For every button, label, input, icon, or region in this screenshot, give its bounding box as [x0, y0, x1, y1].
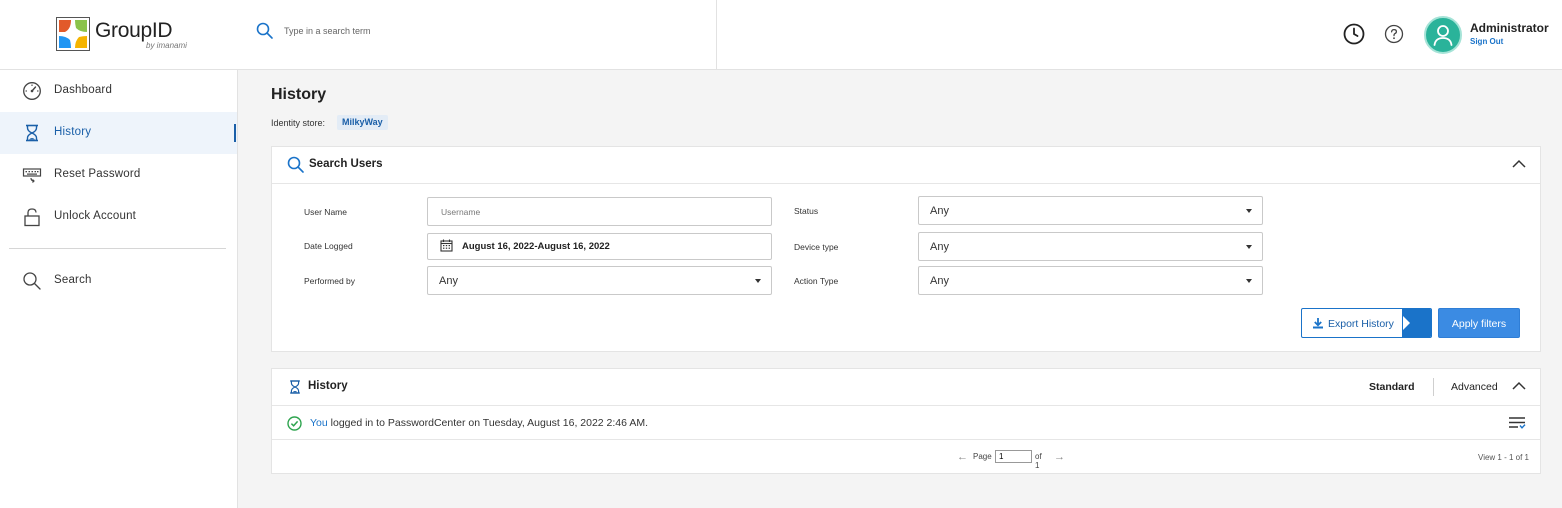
page-number-input[interactable] — [995, 450, 1032, 463]
user-name-label: User Name — [304, 207, 347, 217]
caret-down-icon — [1246, 245, 1252, 249]
brand-subtitle: by imanami — [146, 41, 187, 50]
search-icon — [23, 272, 41, 290]
user-name-input[interactable] — [428, 198, 771, 225]
device-type-value: Any — [930, 241, 949, 253]
prev-page-icon[interactable]: ← — [957, 451, 968, 463]
global-search — [256, 22, 556, 46]
action-type-label: Action Type — [794, 276, 839, 286]
chevron-up-icon[interactable] — [1512, 159, 1526, 169]
pager-page-label: Page — [973, 452, 992, 461]
avatar[interactable] — [1424, 16, 1462, 54]
action-type-select[interactable]: Any — [918, 266, 1263, 295]
caret-down-icon — [755, 279, 761, 283]
history-entry-actor[interactable]: You — [310, 417, 328, 429]
sidebar-item-reset-password[interactable]: Reset Password — [0, 154, 237, 196]
search-users-panel: Search Users User Name Date Logged Augus… — [271, 146, 1541, 352]
page-title: History — [271, 86, 327, 103]
sidebar-item-label: Unlock Account — [54, 210, 137, 222]
export-notch — [1403, 316, 1410, 330]
apply-filters-button[interactable]: Apply filters — [1438, 308, 1520, 338]
tab-standard[interactable]: Standard — [1369, 381, 1415, 393]
action-type-value: Any — [930, 275, 949, 287]
history-clock-icon[interactable] — [1342, 22, 1366, 46]
download-icon — [1313, 318, 1323, 329]
list-options-icon[interactable] — [1508, 416, 1526, 430]
hourglass-icon — [26, 124, 38, 142]
sidebar-item-search[interactable]: Search — [0, 260, 237, 302]
next-page-icon[interactable]: → — [1054, 451, 1065, 463]
brand-name: GroupID — [95, 19, 173, 42]
performed-by-label: Performed by — [304, 276, 356, 286]
dashboard-icon — [23, 82, 41, 100]
history-panel-title: History — [308, 380, 348, 392]
search-icon — [287, 156, 304, 173]
caret-down-icon — [1246, 279, 1252, 283]
history-entry: You logged in to PasswordCenter on Tuesd… — [272, 408, 1540, 440]
performed-by-select[interactable]: Any — [427, 266, 772, 295]
history-entry-text: You logged in to PasswordCenter on Tuesd… — [310, 417, 648, 429]
lock-icon — [24, 208, 40, 227]
view-count: View 1 - 1 of 1 — [1478, 453, 1529, 462]
user-name-field[interactable] — [427, 197, 772, 226]
search-users-header[interactable]: Search Users — [272, 147, 1540, 184]
search-input[interactable] — [284, 26, 544, 36]
sidebar-item-label: Reset Password — [54, 168, 141, 180]
top-header: GroupID by imanami Administrator Sign Ou… — [0, 0, 1562, 70]
search-users-title: Search Users — [309, 158, 383, 170]
hourglass-icon — [290, 380, 300, 394]
help-icon[interactable] — [1384, 24, 1404, 44]
performed-by-value: Any — [439, 275, 458, 287]
header-divider — [716, 0, 717, 70]
export-history-button[interactable]: Export History — [1301, 308, 1432, 338]
history-entry-message: logged in to PasswordCenter on Tuesday, … — [330, 417, 648, 429]
tab-advanced[interactable]: Advanced — [1451, 381, 1498, 393]
device-type-select[interactable]: Any — [918, 232, 1263, 261]
history-panel: History Standard Advanced You logged in … — [271, 368, 1541, 474]
device-type-label: Device type — [794, 242, 839, 252]
date-logged-label: Date Logged — [304, 241, 353, 251]
status-value: Any — [930, 205, 949, 217]
sidebar-item-label: History — [54, 126, 92, 138]
search-icon[interactable] — [256, 22, 274, 40]
keyboard-icon — [22, 168, 42, 183]
tab-divider — [1433, 378, 1434, 396]
brand-logo[interactable]: GroupID by imanami — [56, 17, 196, 53]
date-logged-field[interactable]: August 16, 2022-August 16, 2022 — [427, 233, 772, 260]
pager-total-label: of 1 — [1035, 452, 1042, 470]
user-icon — [1433, 25, 1453, 46]
sidebar-item-dashboard[interactable]: Dashboard — [0, 70, 237, 112]
calendar-icon[interactable] — [440, 239, 453, 252]
sidebar-divider — [9, 248, 226, 249]
status-select[interactable]: Any — [918, 196, 1263, 225]
sidebar-item-label: Search — [54, 274, 92, 286]
groupid-logo-icon — [56, 17, 90, 51]
identity-store-label: Identity store: — [271, 118, 326, 128]
check-circle-icon — [287, 416, 302, 431]
sidebar-item-label: Dashboard — [54, 84, 113, 96]
sidebar-item-history[interactable]: History — [0, 112, 237, 154]
sidebar-item-unlock-account[interactable]: Unlock Account — [0, 196, 237, 238]
status-label: Status — [794, 206, 819, 216]
sign-out-link[interactable]: Sign Out — [1470, 37, 1503, 46]
chevron-up-icon[interactable] — [1512, 381, 1526, 391]
caret-down-icon — [1246, 209, 1252, 213]
user-name: Administrator — [1470, 21, 1549, 35]
export-history-label: Export History — [1328, 318, 1394, 330]
date-logged-value: August 16, 2022-August 16, 2022 — [462, 241, 610, 252]
identity-store-badge[interactable]: MilkyWay — [337, 115, 388, 130]
history-panel-header: History Standard Advanced — [272, 369, 1540, 406]
sidebar: Dashboard History Reset Password Unlock … — [0, 70, 238, 508]
